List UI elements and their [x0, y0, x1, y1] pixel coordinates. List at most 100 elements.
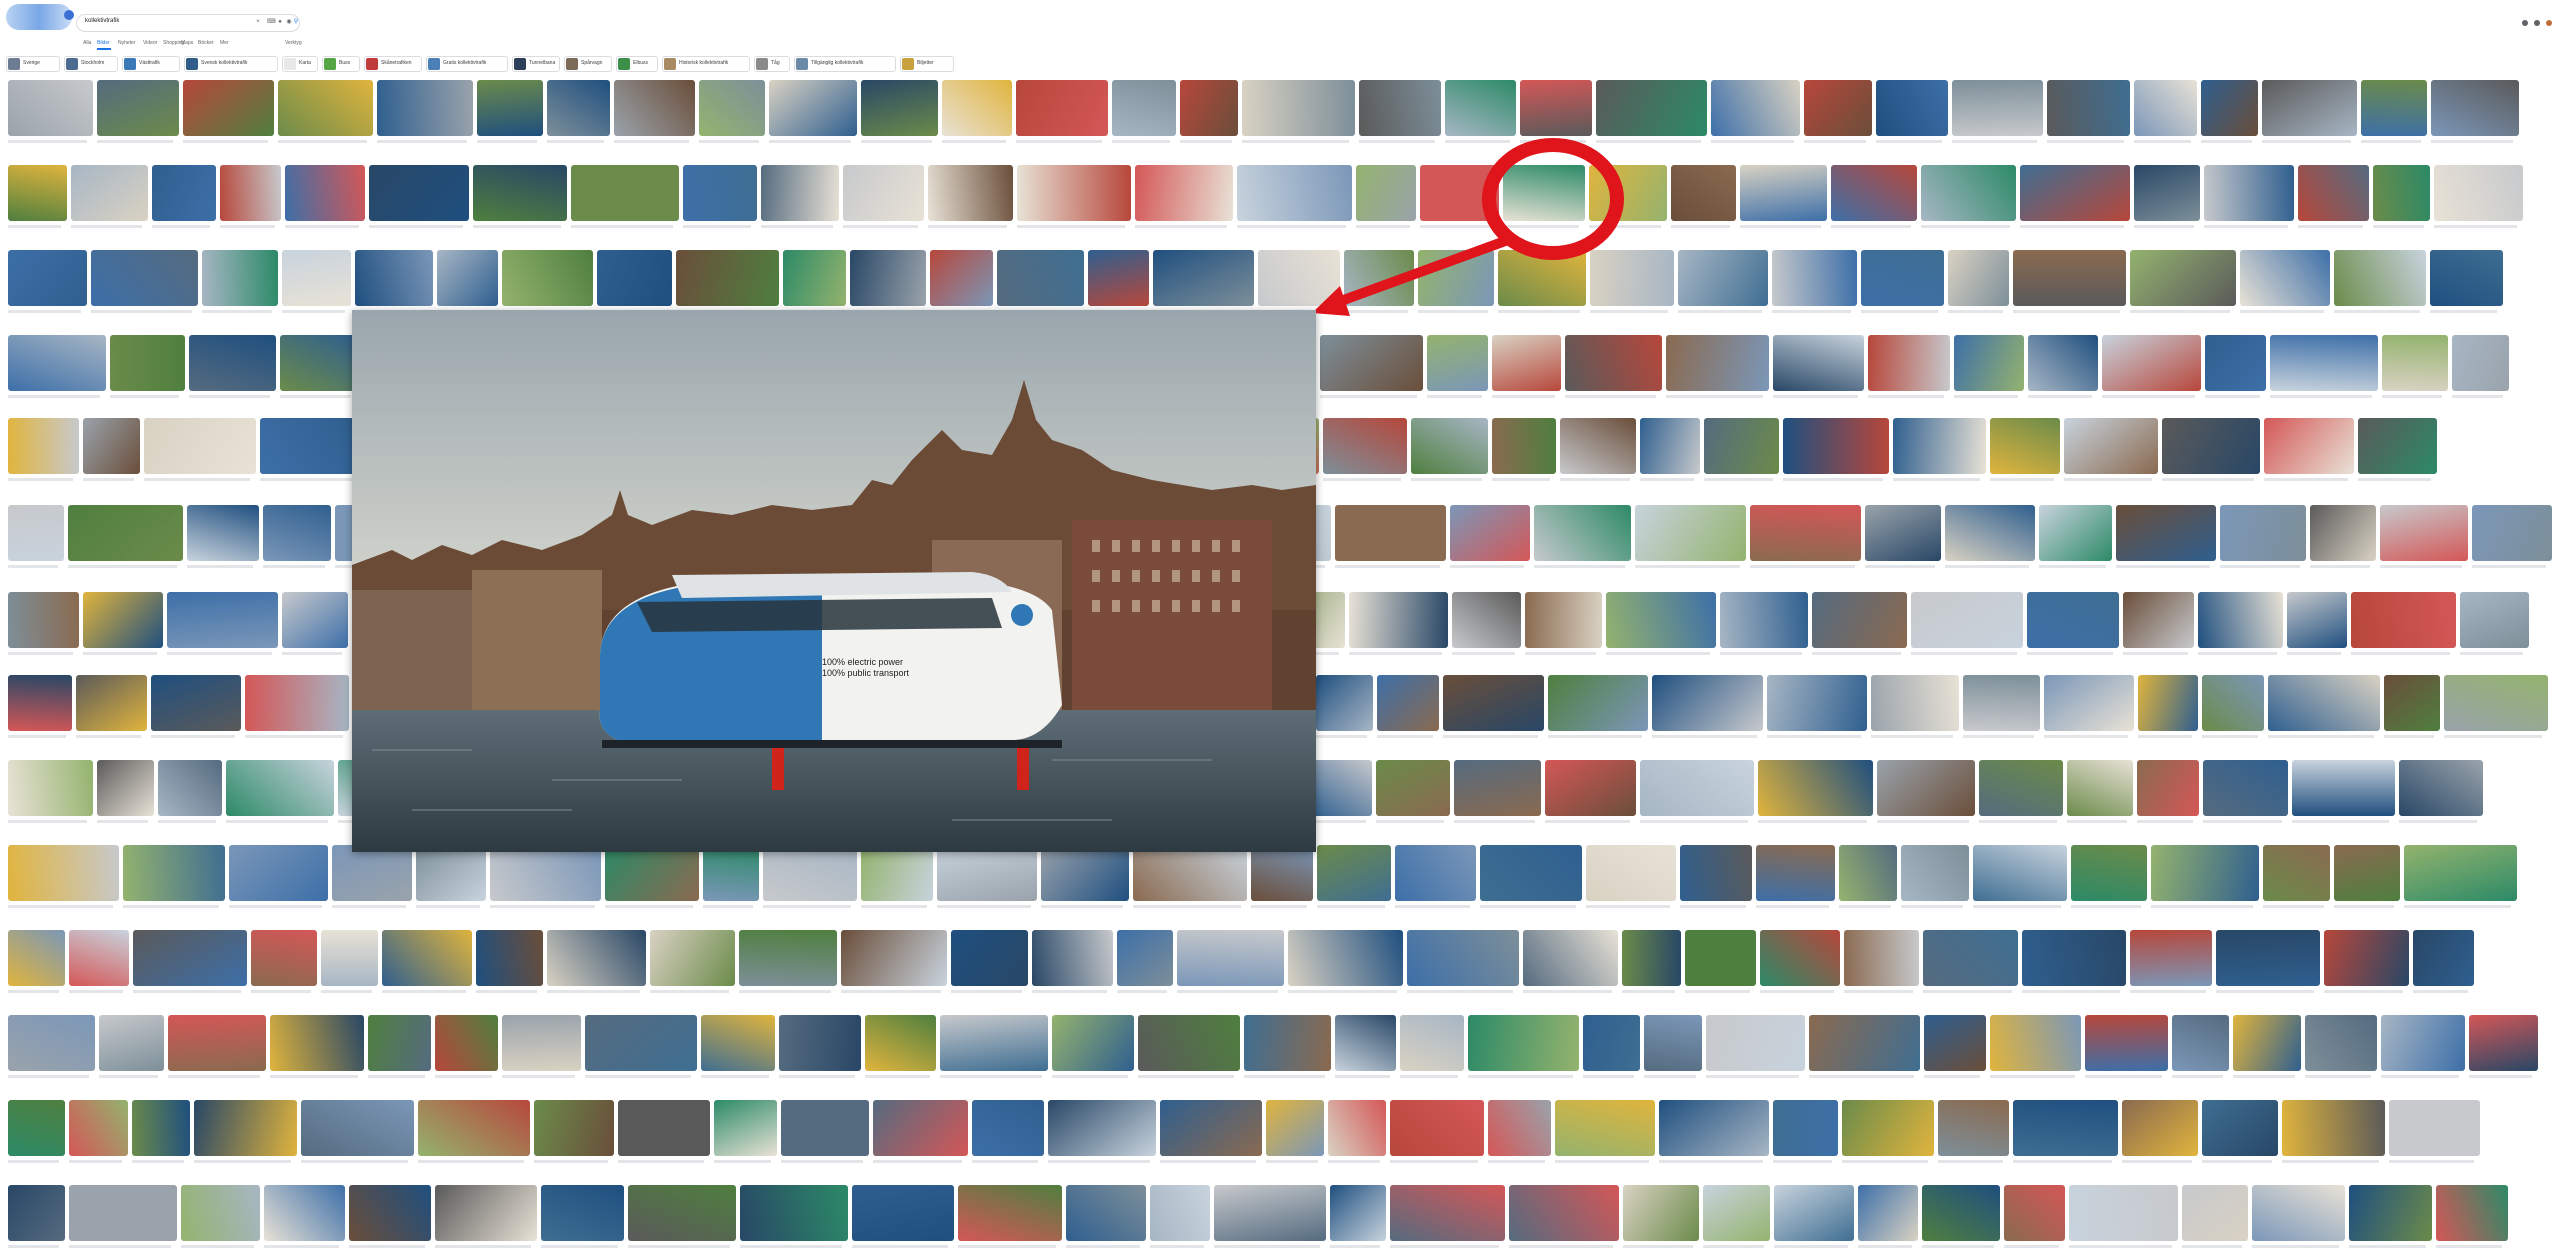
image-result-caption-line[interactable]	[1948, 310, 2003, 313]
image-result-thumbnail[interactable]	[1016, 80, 1108, 136]
image-result-caption-line[interactable]	[1344, 310, 1408, 313]
image-result-thumbnail[interactable]	[1390, 1185, 1505, 1241]
image-result-thumbnail[interactable]	[1644, 1015, 1702, 1071]
image-result-thumbnail[interactable]	[349, 1185, 431, 1241]
image-result-caption-line[interactable]	[321, 990, 372, 993]
image-result-thumbnail[interactable]	[861, 845, 933, 901]
image-result-thumbnail[interactable]	[97, 80, 179, 136]
image-result-thumbnail[interactable]	[1328, 1100, 1386, 1156]
image-result-thumbnail[interactable]	[605, 845, 699, 901]
image-result-thumbnail[interactable]	[2292, 760, 2395, 816]
image-result-caption-line[interactable]	[1868, 395, 1944, 398]
image-result-thumbnail[interactable]	[1635, 505, 1746, 561]
image-result-thumbnail[interactable]	[1680, 845, 1752, 901]
image-result-caption-line[interactable]	[8, 820, 87, 823]
image-result-thumbnail[interactable]	[1492, 335, 1561, 391]
image-result-caption-line[interactable]	[69, 1245, 171, 1248]
image-result-thumbnail[interactable]	[1640, 418, 1700, 474]
image-result-caption-line[interactable]	[1623, 1245, 1693, 1248]
image-result-caption-line[interactable]	[1842, 1160, 1928, 1163]
image-result-caption-line[interactable]	[1377, 735, 1433, 738]
image-result-caption-line[interactable]	[2172, 1075, 2223, 1078]
image-result-caption-line[interactable]	[2134, 140, 2191, 143]
image-result-thumbnail[interactable]	[2134, 80, 2197, 136]
image-result-thumbnail[interactable]	[167, 592, 278, 648]
image-result-caption-line[interactable]	[2138, 735, 2192, 738]
image-result-caption-line[interactable]	[1774, 1245, 1848, 1248]
image-result-caption-line[interactable]	[2202, 735, 2258, 738]
image-result-caption-line[interactable]	[1720, 652, 1802, 655]
image-result-caption-line[interactable]	[278, 140, 367, 143]
image-result-thumbnail[interactable]	[1454, 760, 1541, 816]
image-result-thumbnail[interactable]	[68, 505, 183, 561]
image-result-thumbnail[interactable]	[1088, 250, 1149, 306]
image-result-thumbnail[interactable]	[1112, 80, 1176, 136]
image-result-thumbnail[interactable]	[435, 1015, 498, 1071]
image-result-caption-line[interactable]	[1323, 478, 1401, 481]
image-result-thumbnail[interactable]	[473, 165, 567, 221]
image-result-thumbnail[interactable]	[997, 250, 1084, 306]
image-result-thumbnail[interactable]	[1990, 418, 2060, 474]
image-result-caption-line[interactable]	[1583, 1075, 1634, 1078]
image-result-thumbnail[interactable]	[1349, 592, 1448, 648]
image-result-thumbnail[interactable]	[2122, 1100, 2198, 1156]
image-result-caption-line[interactable]	[861, 905, 927, 908]
image-result-thumbnail[interactable]	[1138, 1015, 1240, 1071]
image-result-caption-line[interactable]	[1760, 990, 1834, 993]
image-result-thumbnail[interactable]	[2404, 845, 2517, 901]
image-result-caption-line[interactable]	[349, 1245, 425, 1248]
image-result-caption-line[interactable]	[605, 905, 693, 908]
image-result-thumbnail[interactable]	[355, 250, 433, 306]
image-result-thumbnail[interactable]	[1623, 1185, 1699, 1241]
image-result-caption-line[interactable]	[1635, 565, 1740, 568]
image-result-thumbnail[interactable]	[1177, 930, 1284, 986]
image-result-thumbnail[interactable]	[202, 250, 278, 306]
image-result-caption-line[interactable]	[1523, 990, 1612, 993]
image-result-caption-line[interactable]	[2130, 990, 2206, 993]
image-result-caption-line[interactable]	[435, 1245, 531, 1248]
image-result-thumbnail[interactable]	[194, 1100, 297, 1156]
image-result-caption-line[interactable]	[1052, 1075, 1128, 1078]
image-result-caption-line[interactable]	[69, 1160, 122, 1163]
image-result-caption-line[interactable]	[1680, 905, 1746, 908]
image-result-caption-line[interactable]	[152, 225, 210, 228]
image-result-thumbnail[interactable]	[2373, 165, 2430, 221]
image-result-caption-line[interactable]	[2198, 652, 2277, 655]
image-result-thumbnail[interactable]	[1876, 80, 1948, 136]
image-result-caption-line[interactable]	[1979, 820, 2057, 823]
image-result-caption-line[interactable]	[2262, 140, 2351, 143]
image-result-caption-line[interactable]	[123, 905, 219, 908]
image-result-caption-line[interactable]	[928, 225, 1007, 228]
image-result-caption-line[interactable]	[1945, 565, 2029, 568]
image-result-caption-line[interactable]	[1242, 140, 1349, 143]
image-result-caption-line[interactable]	[1756, 905, 1829, 908]
image-result-caption-line[interactable]	[1548, 735, 1642, 738]
image-result-thumbnail[interactable]	[321, 930, 378, 986]
image-result-caption-line[interactable]	[264, 1245, 339, 1248]
image-result-thumbnail[interactable]	[2436, 1185, 2508, 1241]
image-result-thumbnail[interactable]	[1711, 80, 1800, 136]
image-result-caption-line[interactable]	[2151, 905, 2253, 908]
image-result-thumbnail[interactable]	[8, 592, 79, 648]
image-result-thumbnail[interactable]	[1288, 930, 1403, 986]
image-result-thumbnail[interactable]	[2102, 335, 2201, 391]
image-result-caption-line[interactable]	[614, 140, 689, 143]
image-result-thumbnail[interactable]	[1706, 1015, 1805, 1071]
image-result-thumbnail[interactable]	[1523, 930, 1618, 986]
image-result-caption-line[interactable]	[99, 1075, 158, 1078]
image-result-caption-line[interactable]	[1400, 1075, 1458, 1078]
image-result-thumbnail[interactable]	[1659, 1100, 1769, 1156]
image-result-caption-line[interactable]	[1876, 140, 1942, 143]
image-result-thumbnail[interactable]	[2334, 250, 2426, 306]
image-result-thumbnail[interactable]	[282, 250, 351, 306]
image-result-thumbnail[interactable]	[477, 80, 543, 136]
image-result-caption-line[interactable]	[83, 652, 157, 655]
image-result-thumbnail[interactable]	[245, 675, 349, 731]
image-result-caption-line[interactable]	[1330, 1245, 1380, 1248]
image-result-caption-line[interactable]	[547, 990, 640, 993]
image-result-caption-line[interactable]	[181, 1245, 254, 1248]
image-result-thumbnail[interactable]	[1871, 675, 1959, 731]
image-result-caption-line[interactable]	[1443, 735, 1538, 738]
image-result-caption-line[interactable]	[2334, 905, 2394, 908]
image-result-thumbnail[interactable]	[502, 1015, 581, 1071]
